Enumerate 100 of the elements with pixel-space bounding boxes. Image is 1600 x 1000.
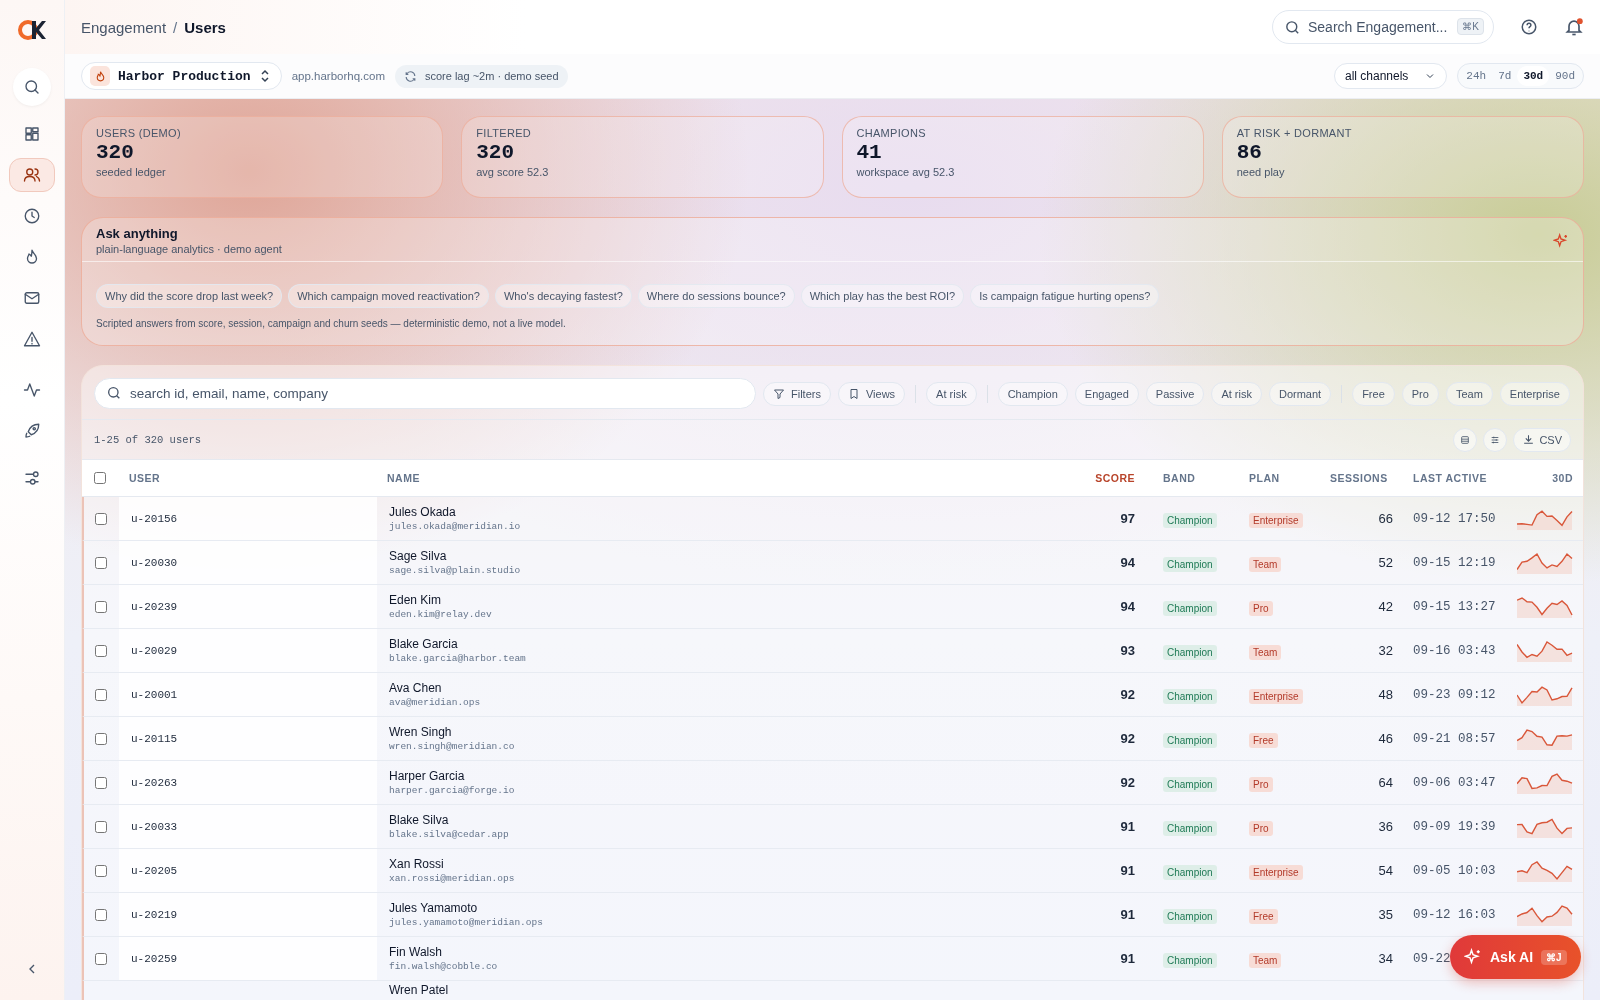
- search-field[interactable]: search id, email, name, company: [94, 378, 756, 409]
- sparkle-icon[interactable]: [1553, 232, 1569, 249]
- row-checkbox[interactable]: [94, 864, 107, 877]
- table-row[interactable]: u-20001 Ava Chen ava@meridian.ops 92 Champion Enterprise 48 09-23 09:12: [82, 673, 1583, 717]
- filters-button[interactable]: Filters: [763, 381, 831, 406]
- table-row[interactable]: u-20115 Wren Singh wren.singh@meridian.co 92 Champion Free 46 09-21 08:57: [82, 717, 1583, 761]
- suggestion-chip[interactable]: Why did the score drop last week?: [96, 284, 283, 308]
- filter-chip[interactable]: Enterprise: [1499, 381, 1570, 406]
- plan-tag: Team: [1249, 952, 1282, 968]
- select-all-checkbox[interactable]: [93, 472, 106, 484]
- plan-tag: Pro: [1249, 600, 1273, 616]
- refresh-icon: [403, 69, 417, 83]
- row-checkbox[interactable]: [94, 556, 107, 569]
- column-header[interactable]: PLAN: [1233, 472, 1318, 484]
- filter-chip[interactable]: At risk: [1211, 381, 1262, 406]
- table-row[interactable]: u-20156 Jules Okada jules.okada@meridian.io 97 Champion Enterprise 66 09-12 17:50: [82, 497, 1583, 541]
- table-row[interactable]: u-20029 Blake Garcia blake.garcia@harbor.team 93 Champion Team 32 09-16 03:43: [82, 629, 1583, 673]
- stat-note: avg score 52.3: [476, 166, 550, 178]
- column-header[interactable]: 30D: [1499, 472, 1583, 484]
- row-checkbox[interactable]: [94, 820, 107, 833]
- column-header[interactable]: BAND: [1143, 472, 1233, 484]
- workspace-selector[interactable]: Harbor Production: [81, 62, 282, 90]
- row-checkbox[interactable]: [94, 512, 107, 525]
- row-checkbox[interactable]: [94, 776, 107, 789]
- filter-chip[interactable]: Dormant: [1268, 381, 1332, 406]
- suggestion-chip[interactable]: Which campaign moved reactivation?: [288, 284, 489, 308]
- filter-chip[interactable]: Pro: [1401, 381, 1439, 406]
- band-tag: Champion: [1163, 952, 1217, 968]
- range-tab[interactable]: 90d: [1549, 66, 1581, 86]
- user-name: Jules Yamamoto: [389, 901, 479, 915]
- stat-note: seeded ledger: [96, 166, 167, 178]
- score-value: 93: [1119, 643, 1136, 658]
- breadcrumb-link[interactable]: Engagement: [81, 18, 167, 36]
- columns-button[interactable]: [1483, 427, 1508, 452]
- suggestion-chip[interactable]: Is campaign fatigue hurting opens?: [970, 284, 1160, 308]
- sessions-value: 64: [1377, 775, 1393, 790]
- plan-tag: Enterprise: [1249, 864, 1303, 880]
- last-active-time: 09-15 13:27: [1413, 600, 1496, 614]
- table-row[interactable]: u-20033 Blake Silva blake.silva@cedar.app 91 Champion Pro 36 09-09 19:39: [82, 805, 1583, 849]
- last-active-time: 09-09 19:39: [1413, 820, 1496, 834]
- sessions-value: 48: [1377, 687, 1393, 702]
- row-checkbox[interactable]: [94, 688, 107, 701]
- table-row[interactable]: u-20205 Xan Rossi xan.rossi@meridian.ops 91 Champion Enterprise 54 09-05 10:03: [82, 849, 1583, 893]
- table-row[interactable]: u-20219 Jules Yamamoto jules.yamamoto@meridian.ops 91 Champion Free 35 09-12 16:03: [82, 893, 1583, 937]
- row-checkbox[interactable]: [94, 952, 107, 965]
- activity-icon: [23, 381, 41, 399]
- csv-button[interactable]: CSV: [1513, 427, 1571, 452]
- user-email: ava@meridian.ops: [389, 697, 482, 708]
- ask-ai-button[interactable]: Ask AI ⌘J: [1450, 935, 1581, 979]
- help-icon[interactable]: [1520, 18, 1538, 36]
- column-header[interactable]: NAME: [375, 472, 1053, 484]
- filter-chip[interactable]: At risk: [926, 381, 977, 406]
- filter-chip[interactable]: Team: [1445, 381, 1493, 406]
- bell-icon[interactable]: [1564, 17, 1584, 37]
- plan-tag: Free: [1249, 908, 1278, 924]
- score-value: 91: [1119, 951, 1136, 966]
- nav-button[interactable]: [13, 68, 51, 106]
- row-checkbox[interactable]: [94, 908, 107, 921]
- band-tag: Champion: [1163, 776, 1217, 792]
- column-header[interactable]: SCORE: [1053, 472, 1143, 484]
- stat-label: CHAMPIONS: [856, 127, 927, 139]
- table-row[interactable]: u-20030 Sage Silva sage.silva@plain.studio 94 Champion Team 52 09-15 12:19: [82, 541, 1583, 585]
- range-tab[interactable]: 7d: [1492, 66, 1518, 86]
- suggestion-chip[interactable]: Which play has the best ROI?: [800, 284, 965, 308]
- row-checkbox[interactable]: [94, 600, 107, 613]
- plan-tag: Team: [1249, 556, 1282, 572]
- band-tag: Champion: [1163, 908, 1217, 924]
- user-email: jules.yamamoto@meridian.ops: [389, 917, 544, 928]
- user-id: u-20001: [131, 688, 178, 701]
- filter-chip[interactable]: Champion: [997, 381, 1068, 406]
- search-icon: [1284, 19, 1301, 36]
- plan-tag: Enterprise: [1249, 512, 1303, 528]
- column-header[interactable]: SESSIONS: [1318, 472, 1393, 484]
- suggestion-chip[interactable]: Who's decaying fastest?: [494, 284, 632, 308]
- filter-chip[interactable]: Passive: [1145, 381, 1205, 406]
- score-value: 91: [1119, 863, 1136, 878]
- band-tag: Champion: [1163, 644, 1217, 660]
- row-checkbox[interactable]: [94, 644, 107, 657]
- band-tag: Champion: [1163, 820, 1217, 836]
- nav-button[interactable]: [9, 158, 55, 192]
- row-checkbox[interactable]: [94, 732, 107, 745]
- channel-select[interactable]: all channels: [1334, 63, 1448, 89]
- range-tab[interactable]: 30d: [1517, 66, 1550, 86]
- last-active-time: 09-21 08:57: [1413, 732, 1496, 746]
- filter-chip[interactable]: Engaged: [1074, 381, 1139, 406]
- table-row[interactable]: u-20263 Harper Garcia harper.garcia@forge.io 92 Champion Pro 64 09-06 03:47: [82, 761, 1583, 805]
- table-row[interactable]: u-20239 Eden Kim eden.kim@relay.dev 94 Champion Pro 42 09-15 13:27: [82, 585, 1583, 629]
- status-pill: score lag ~2m · demo seed: [394, 64, 568, 88]
- filter-chip[interactable]: Free: [1352, 381, 1395, 406]
- user-name: Ava Chen: [389, 681, 443, 695]
- sparkline: [1517, 903, 1573, 926]
- column-header[interactable]: USER: [117, 472, 375, 484]
- range-tab[interactable]: 24h: [1460, 66, 1493, 86]
- domain-text: app.harborhq.com: [291, 70, 385, 82]
- column-header[interactable]: LAST ACTIVE: [1393, 472, 1499, 484]
- suggestion-chip[interactable]: Where do sessions bounce?: [637, 284, 795, 308]
- density-button[interactable]: [1453, 427, 1478, 452]
- views-button[interactable]: Views: [837, 381, 906, 406]
- warning-icon: [23, 330, 41, 348]
- band-tag: Champion: [1163, 556, 1217, 572]
